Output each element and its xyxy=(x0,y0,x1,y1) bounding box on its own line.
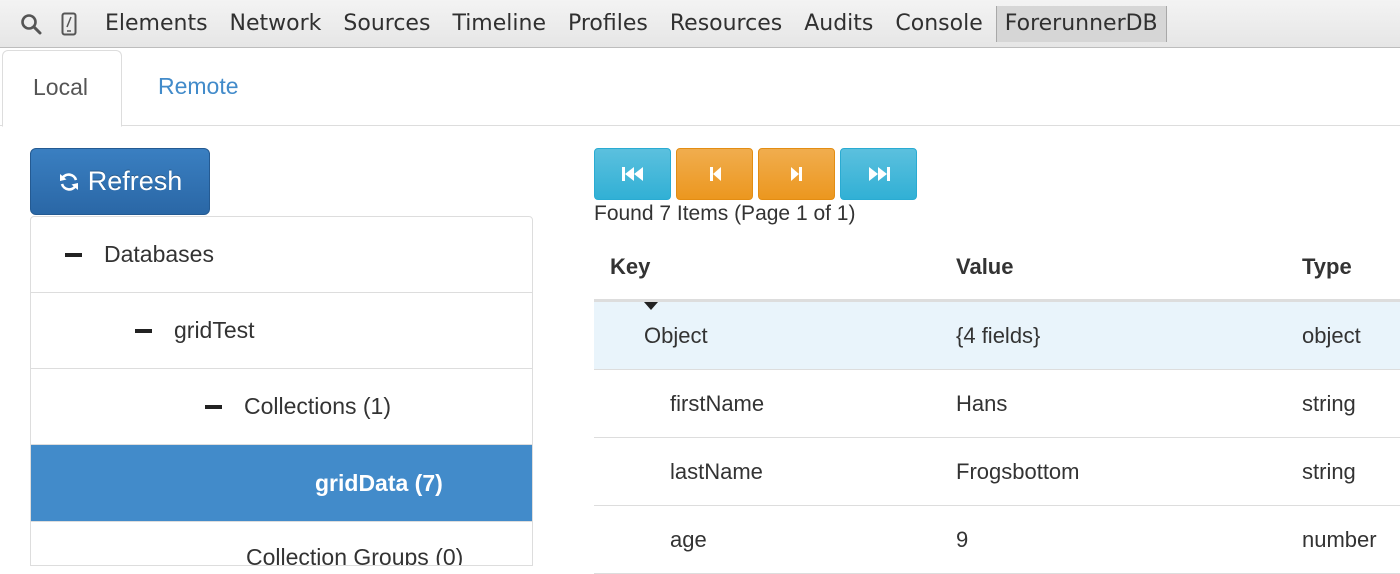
next-page-button[interactable] xyxy=(758,148,835,200)
tab-network[interactable]: Network xyxy=(219,0,333,48)
column-key: Key xyxy=(610,254,651,279)
database-tree: Databases gridTest Collections (1) gridD… xyxy=(30,216,533,566)
row-value: {4 fields} xyxy=(956,323,1041,348)
tree-item-collections[interactable]: Collections (1) xyxy=(31,369,532,445)
row-key: lastName xyxy=(670,459,763,484)
table-row[interactable]: firstName Hans string xyxy=(594,370,1400,438)
previous-page-icon xyxy=(709,167,721,181)
tab-audits[interactable]: Audits xyxy=(793,0,884,48)
tree-item-label: gridTest xyxy=(174,317,255,343)
previous-page-button[interactable] xyxy=(676,148,753,200)
tree-item-databases[interactable]: Databases xyxy=(31,217,532,293)
collapse-icon[interactable] xyxy=(135,328,152,333)
tab-elements[interactable]: Elements xyxy=(94,0,219,48)
devtools-tabs: Elements Network Sources Timeline Profil… xyxy=(94,0,1167,48)
table-row[interactable]: Object {4 fields} object xyxy=(594,302,1400,370)
next-page-icon xyxy=(790,167,802,181)
table-row[interactable]: age 9 number xyxy=(594,506,1400,574)
tree-item-gridtest[interactable]: gridTest xyxy=(31,293,532,369)
row-value: Frogsbottom xyxy=(956,459,1080,484)
tab-forerunnerdb[interactable]: ForerunnerDB xyxy=(995,5,1167,42)
tab-resources[interactable]: Resources xyxy=(659,0,793,48)
tree-item-collection-groups[interactable]: Collection Groups (0) xyxy=(31,522,532,566)
column-type: Type xyxy=(1302,254,1352,279)
last-page-icon xyxy=(868,167,890,181)
row-key: age xyxy=(670,527,707,552)
last-page-button[interactable] xyxy=(840,148,917,200)
tab-local[interactable]: Local xyxy=(2,50,122,127)
row-value: 9 xyxy=(956,527,969,552)
document-grid: Key Value Type Object {4 fields} object … xyxy=(594,232,1400,574)
row-type: string xyxy=(1302,391,1356,416)
result-count: Found 7 Items (Page 1 of 1) xyxy=(594,202,856,225)
tab-profiles[interactable]: Profiles xyxy=(557,0,659,48)
row-type: number xyxy=(1302,527,1377,552)
tree-item-label: Collections (1) xyxy=(244,393,391,419)
tab-sources[interactable]: Sources xyxy=(332,0,441,48)
collapse-icon[interactable] xyxy=(205,404,222,409)
grid-header: Key Value Type xyxy=(594,232,1400,302)
source-tabs: Local Remote xyxy=(0,48,1400,127)
refresh-button[interactable]: Refresh xyxy=(30,148,210,215)
tab-timeline[interactable]: Timeline xyxy=(441,0,557,48)
tree-item-label: Databases xyxy=(104,241,214,267)
tree-item-griddata[interactable]: gridData (7) xyxy=(31,445,532,522)
first-page-icon xyxy=(621,167,643,181)
pagination xyxy=(594,148,917,200)
device-mode-icon[interactable] xyxy=(56,11,82,37)
row-type: string xyxy=(1302,459,1356,484)
collapse-icon[interactable] xyxy=(65,252,82,257)
row-key: Object xyxy=(644,323,708,348)
tree-item-label: gridData (7) xyxy=(315,469,443,496)
refresh-icon xyxy=(58,171,80,193)
tab-remote[interactable]: Remote xyxy=(128,50,269,126)
column-value: Value xyxy=(956,254,1014,279)
tree-item-label: Collection Groups (0) xyxy=(246,544,464,566)
search-icon[interactable] xyxy=(18,11,44,37)
row-value: Hans xyxy=(956,391,1008,416)
refresh-label: Refresh xyxy=(87,166,183,196)
table-row[interactable]: lastName Frogsbottom string xyxy=(594,438,1400,506)
first-page-button[interactable] xyxy=(594,148,671,200)
row-type: object xyxy=(1302,323,1361,348)
tab-console[interactable]: Console xyxy=(884,0,993,48)
devtools-toolbar: Elements Network Sources Timeline Profil… xyxy=(0,0,1400,48)
row-key: firstName xyxy=(670,391,765,416)
